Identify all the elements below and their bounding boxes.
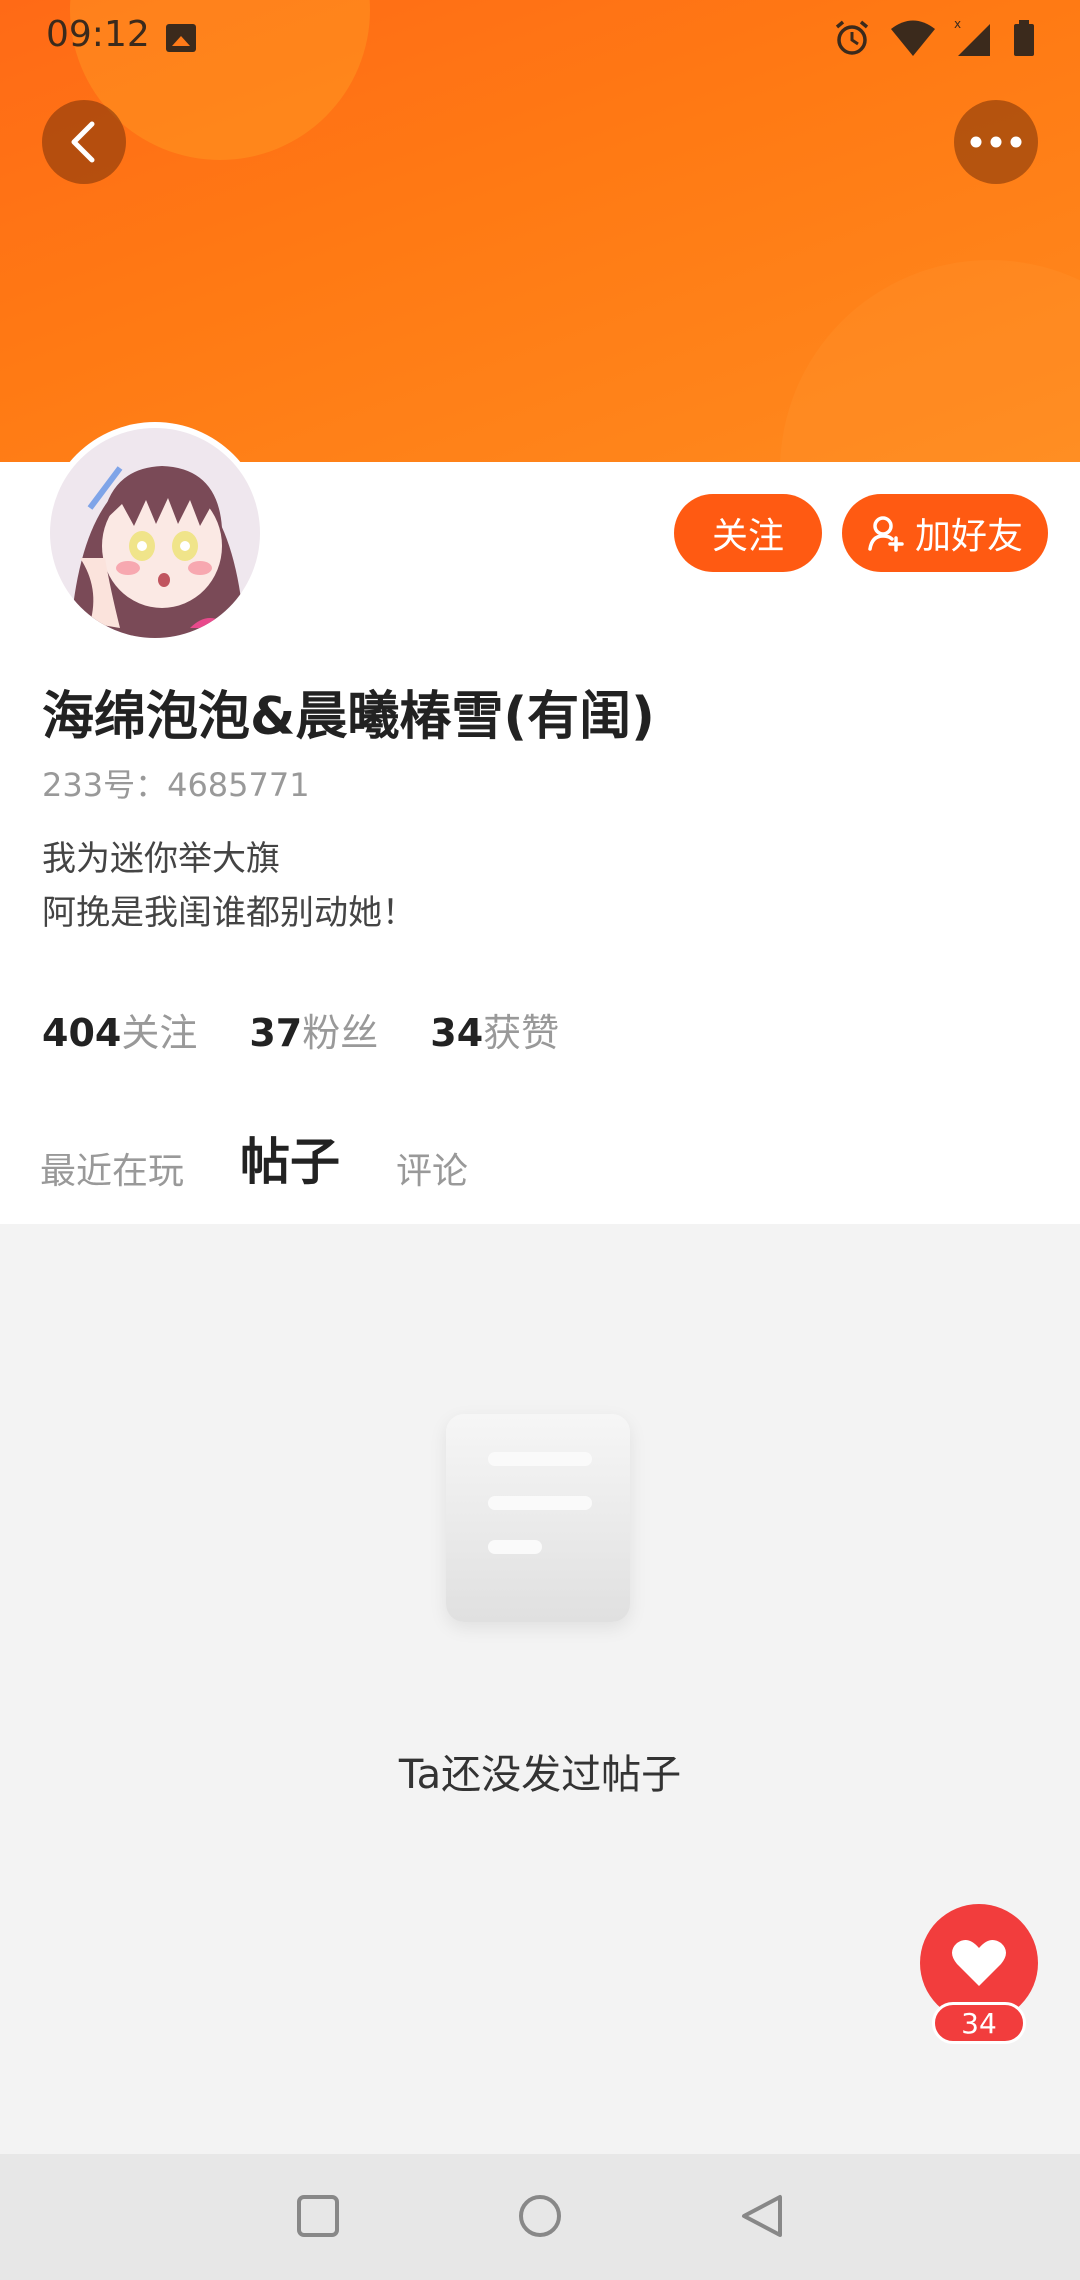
alarm-icon <box>835 20 869 55</box>
status-icons: x <box>832 18 1036 58</box>
avatar-image <box>50 428 260 638</box>
status-time: 09:12 <box>46 14 150 55</box>
recents-button[interactable] <box>290 2188 346 2244</box>
bio-line: 我为迷你举大旗 <box>42 839 280 879</box>
tab-posts[interactable]: 帖子 <box>240 1122 341 1236</box>
status-bar: 09:12 x <box>0 0 1080 80</box>
tab-comments[interactable]: 评论 <box>396 1142 468 1194</box>
profile-uid: 233号：4685771 <box>42 766 310 804</box>
back-button[interactable] <box>42 100 126 184</box>
image-icon <box>166 24 196 52</box>
profile-name: 海绵泡泡&晨曦椿雪(有闺) <box>42 687 655 747</box>
svg-text:x: x <box>954 18 961 31</box>
heart-icon <box>952 1939 1006 1986</box>
profile-card: 关注 加好友 海绵泡泡&晨曦椿雪(有闺) 233号：4685771 我为迷你举大… <box>0 422 1080 1236</box>
stat-likes[interactable]: 34获赞 <box>430 1002 559 1057</box>
bio-line: 阿挽是我闺谁都别动她！ <box>42 893 416 933</box>
more-button[interactable] <box>954 100 1038 184</box>
battery-icon <box>1014 20 1034 56</box>
stat-fans[interactable]: 37粉丝 <box>249 1002 378 1057</box>
profile-tabs: 最近在玩 帖子 评论 <box>40 1122 468 1236</box>
circle-icon <box>519 2195 561 2237</box>
more-dots-icon <box>970 136 1022 148</box>
back-nav-button[interactable] <box>734 2188 790 2244</box>
follow-label: 关注 <box>711 516 784 557</box>
like-count-badge: 34 <box>932 2002 1026 2044</box>
stat-number: 34 <box>430 1011 484 1055</box>
follow-button[interactable]: 关注 <box>674 494 822 572</box>
stat-number: 404 <box>42 1011 122 1055</box>
stat-label: 关注 <box>121 1011 198 1055</box>
posts-content: Ta还没发过帖子 <box>0 1224 1080 2154</box>
add-user-icon <box>868 516 904 552</box>
triangle-back-icon <box>742 2195 782 2237</box>
add-friend-button[interactable]: 加好友 <box>842 494 1048 572</box>
home-button[interactable] <box>512 2188 568 2244</box>
empty-document-icon <box>446 1414 630 1622</box>
stat-label: 粉丝 <box>302 1011 379 1055</box>
signal-icon: x <box>954 18 990 56</box>
wifi-icon <box>891 20 935 56</box>
chevron-left-icon <box>71 121 95 163</box>
square-icon <box>297 2195 339 2237</box>
empty-state-text: Ta还没发过帖子 <box>398 1752 682 1798</box>
stat-number: 37 <box>249 1011 303 1055</box>
avatar[interactable] <box>44 422 266 644</box>
stat-following[interactable]: 404关注 <box>42 1002 197 1057</box>
profile-stats: 404关注 37粉丝 34获赞 <box>42 1002 559 1057</box>
tab-recently-played[interactable]: 最近在玩 <box>40 1142 184 1194</box>
profile-bio: 我为迷你举大旗 阿挽是我闺谁都别动她！ <box>42 832 416 940</box>
add-friend-label: 加好友 <box>914 516 1023 557</box>
stat-label: 获赞 <box>483 1011 560 1055</box>
system-nav-bar <box>0 2154 1080 2280</box>
banner-decoration <box>780 260 1080 462</box>
tab-label: 帖子 <box>240 1133 341 1191</box>
